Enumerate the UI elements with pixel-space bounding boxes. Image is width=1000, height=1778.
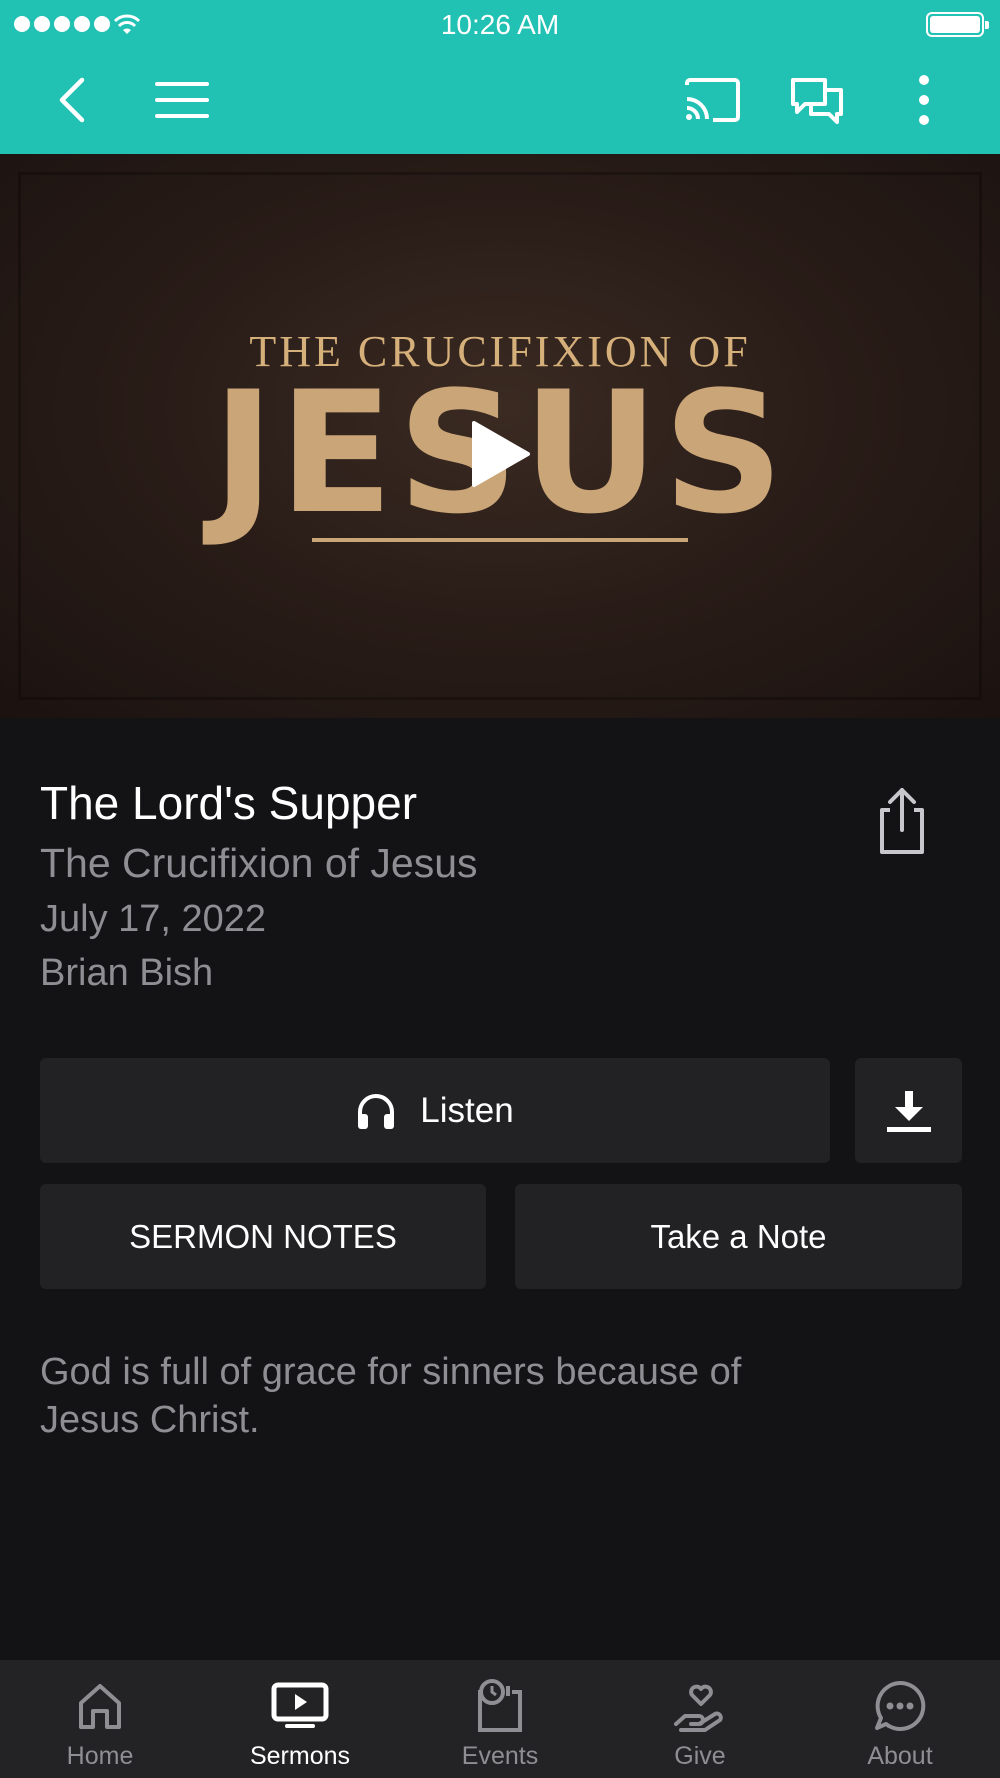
tab-give-label: Give	[674, 1742, 726, 1770]
back-icon[interactable]	[40, 68, 104, 132]
tab-home[interactable]: Home	[0, 1660, 200, 1778]
sermon-notes-label: SERMON NOTES	[129, 1217, 397, 1255]
headphones-icon	[358, 1093, 395, 1129]
tab-sermons[interactable]: Sermons	[200, 1660, 400, 1778]
take-a-note-button[interactable]: Take a Note	[515, 1184, 962, 1289]
menu-icon[interactable]	[150, 68, 214, 132]
download-icon	[886, 1090, 931, 1132]
sermon-video-thumbnail[interactable]: THE CRUCIFIXION OF JESUS	[0, 154, 1000, 718]
thumbnail-underline	[312, 538, 688, 542]
sermon-date: July 17, 2022	[40, 898, 267, 940]
listen-button[interactable]: Listen	[40, 1058, 830, 1163]
home-icon	[77, 1676, 123, 1736]
sermon-speaker: Brian Bish	[40, 952, 214, 994]
tab-sermons-label: Sermons	[249, 1742, 351, 1770]
download-button[interactable]	[855, 1058, 962, 1163]
app-header: 10:26 AM	[0, 0, 1000, 154]
sermon-description: God is full of grace for sinners because…	[40, 1351, 742, 1441]
cast-icon[interactable]	[680, 68, 744, 132]
chat-icon[interactable]	[785, 68, 849, 132]
tab-about[interactable]: About	[800, 1660, 1000, 1778]
status-bar: 10:26 AM	[0, 0, 1000, 50]
battery-icon	[926, 12, 989, 37]
sermon-series: The Crucifixion of Jesus	[40, 840, 478, 886]
take-a-note-label: Take a Note	[650, 1217, 827, 1255]
tab-home-label: Home	[66, 1742, 134, 1770]
bottom-navigation: Home Sermons Events Give About	[0, 1660, 1000, 1778]
sermons-icon	[271, 1676, 329, 1736]
give-icon	[673, 1676, 727, 1736]
tab-give[interactable]: Give	[600, 1660, 800, 1778]
tab-events-label: Events	[461, 1742, 539, 1770]
more-icon[interactable]	[892, 68, 956, 132]
events-icon	[474, 1676, 526, 1736]
share-icon[interactable]	[870, 784, 934, 858]
sermon-notes-button[interactable]: SERMON NOTES	[40, 1184, 486, 1289]
about-icon	[873, 1676, 927, 1736]
play-icon[interactable]	[440, 394, 560, 514]
listen-label: Listen	[420, 1090, 514, 1130]
status-time: 10:26 AM	[440, 9, 560, 40]
tab-about-label: About	[867, 1742, 933, 1770]
tab-events[interactable]: Events	[400, 1660, 600, 1778]
sermon-title: The Lord's Supper	[40, 777, 418, 829]
